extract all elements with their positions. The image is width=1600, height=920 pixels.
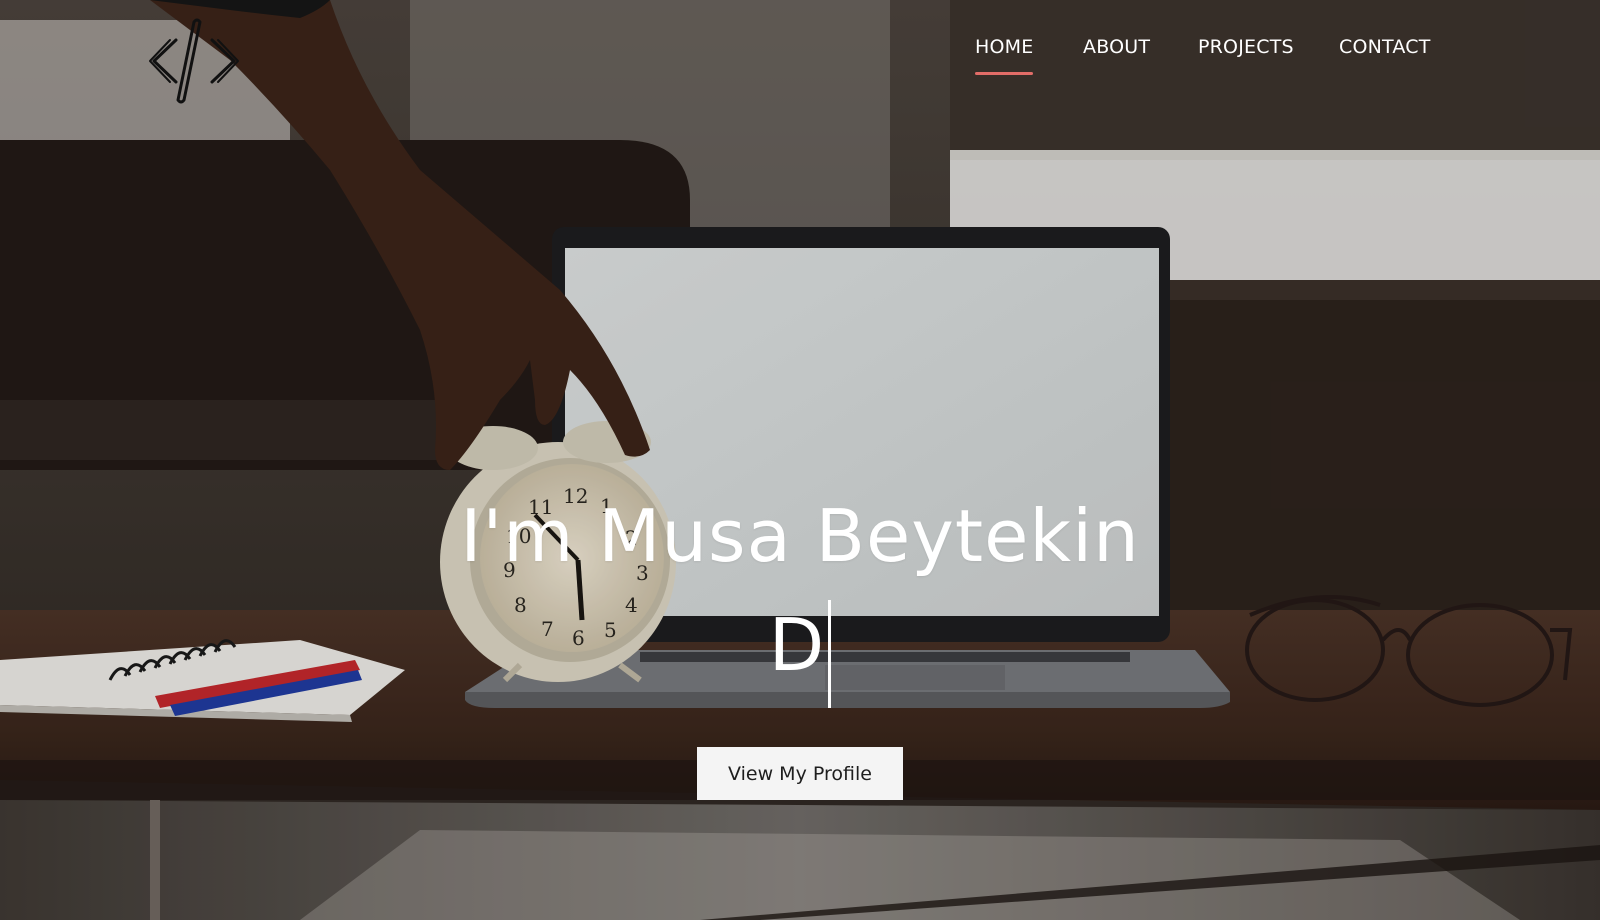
view-profile-button[interactable]: View My Profile xyxy=(697,747,903,800)
nav-item-contact[interactable]: CONTACT xyxy=(1339,36,1431,58)
hero-headline: I'm Musa Beytekin xyxy=(460,494,1140,578)
typed-text: D xyxy=(768,603,825,687)
main-navigation: HOME ABOUT PROJECTS CONTACT xyxy=(0,30,1600,90)
typing-cursor xyxy=(828,600,832,708)
nav-item-home[interactable]: HOME xyxy=(975,36,1034,75)
nav-item-projects[interactable]: PROJECTS xyxy=(1198,36,1294,58)
typed-text-line: D xyxy=(0,600,1600,708)
nav-item-about[interactable]: ABOUT xyxy=(1083,36,1150,58)
hero-section: 12 1 23 45 67 89 10 11 HOME ABOUT PROJEC… xyxy=(0,0,1600,920)
